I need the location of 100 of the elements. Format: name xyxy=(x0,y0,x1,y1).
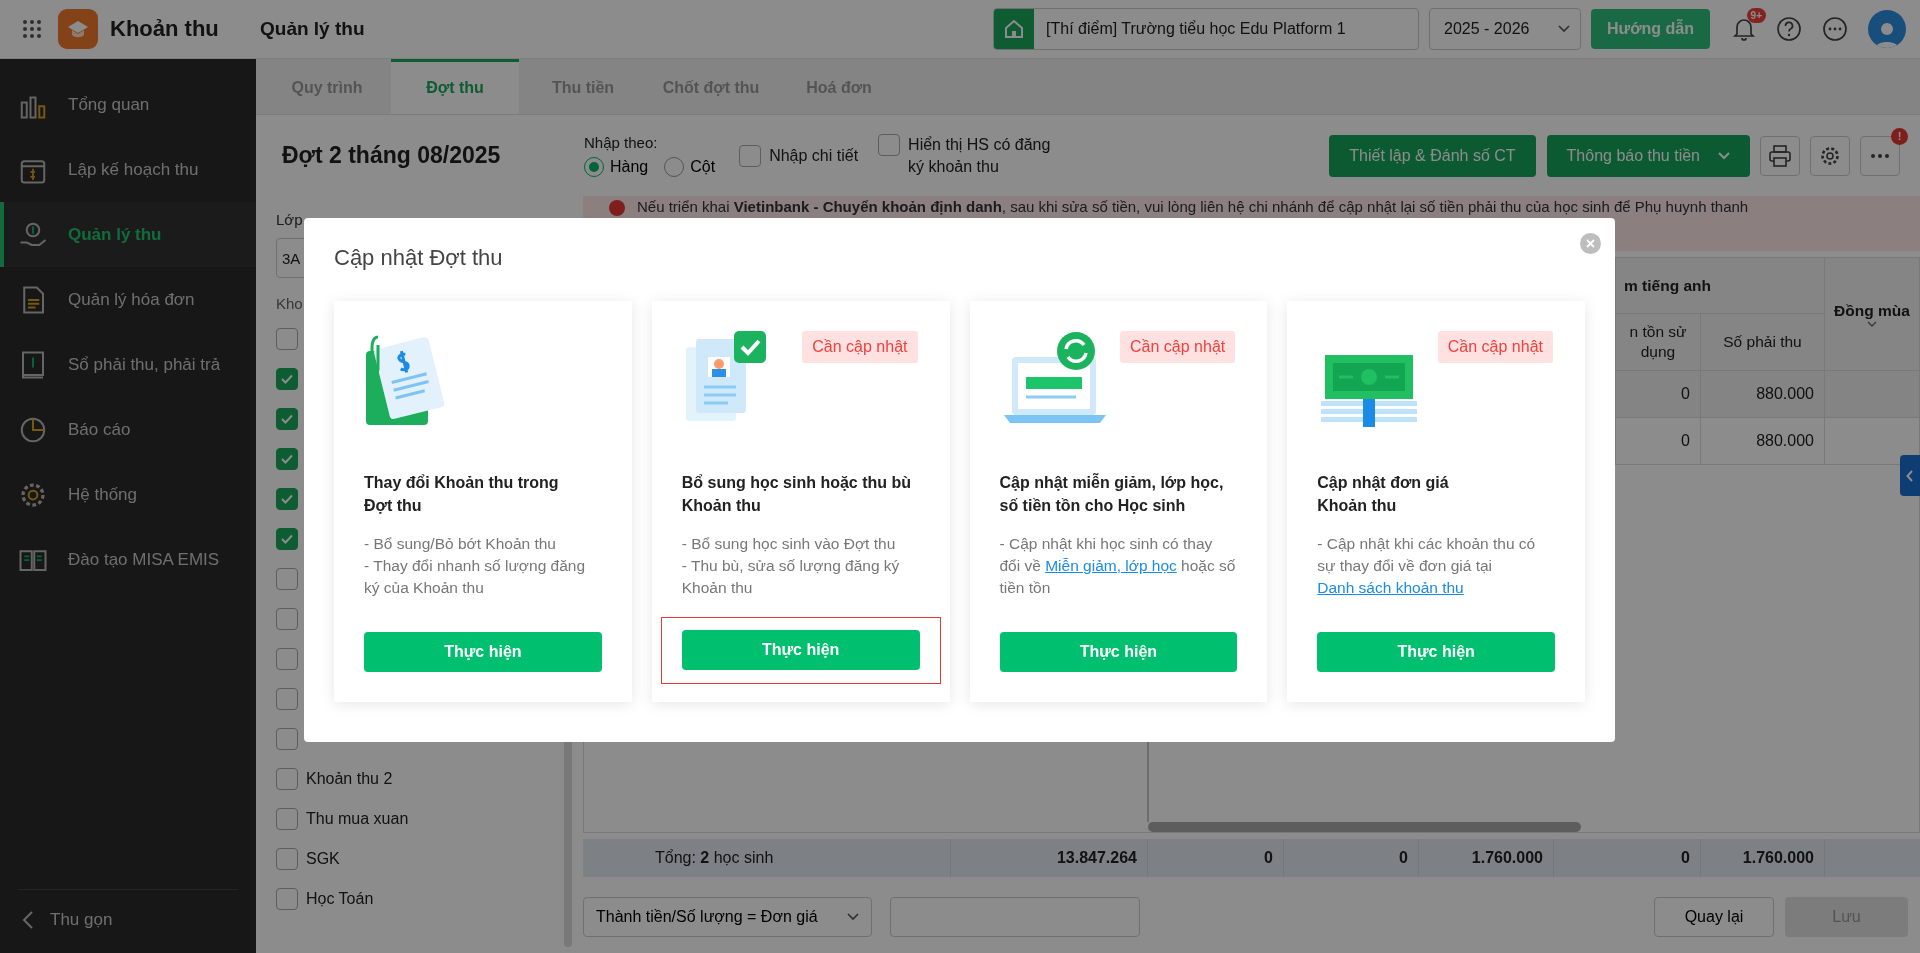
chevron-left-icon xyxy=(1906,469,1914,482)
card-title: Cập nhật miễn giảm, lớp học, số tiền tồn cho Học sinh xyxy=(999,472,1225,516)
table-cell: 880.000 xyxy=(1756,385,1814,403)
column-header: Số phải thu xyxy=(1723,332,1802,352)
more-button[interactable] xyxy=(1860,135,1900,176)
input-field[interactable] xyxy=(890,897,1140,937)
checkbox[interactable] xyxy=(276,408,298,430)
help-icon[interactable] xyxy=(1776,16,1802,42)
chevron-left-icon xyxy=(22,909,34,930)
link[interactable]: Miễn giảm, lớp học xyxy=(1045,557,1177,574)
apps-grid-icon[interactable] xyxy=(22,19,42,39)
settings-button[interactable] xyxy=(1810,135,1850,176)
back-button[interactable]: Quay lại xyxy=(1654,897,1774,937)
total-cell: 0 xyxy=(1264,849,1273,867)
card-title: Thay đổi Khoản thu trong Đợt thu xyxy=(364,473,560,516)
caret-icon xyxy=(1718,151,1730,160)
more-icon[interactable] xyxy=(1822,16,1848,42)
link[interactable]: Danh sách khoản thu xyxy=(1317,579,1464,596)
column-header: n tồn sử dụng xyxy=(1628,322,1688,362)
scrollbar[interactable] xyxy=(1148,822,1581,832)
check-icon xyxy=(280,412,294,426)
status-badge: Cần cập nhật xyxy=(1437,331,1553,363)
checkbox[interactable] xyxy=(276,448,298,470)
avatar[interactable] xyxy=(1868,10,1906,48)
checkbox[interactable] xyxy=(878,133,901,156)
total-cell: 0 xyxy=(1399,849,1408,867)
total-cell: 1.760.000 xyxy=(1742,849,1814,867)
card-description: - Bổ sung/Bỏ bớt Khoản thu - Thay đổi nhanh số lượng đăng ký của Khoản thu xyxy=(364,534,587,598)
fee-item-label: SGK xyxy=(306,850,340,868)
checkbox[interactable] xyxy=(276,568,298,590)
close-icon xyxy=(1586,239,1595,248)
dialog-title: Cập nhật Đợt thu xyxy=(334,244,504,272)
checkbox[interactable] xyxy=(276,328,298,350)
class-label: Lớp xyxy=(276,210,304,230)
guide-button[interactable]: Hướng dẫn xyxy=(1591,9,1710,49)
chevron-down-icon[interactable] xyxy=(1867,321,1877,327)
fee-item-label: Thu mua xuan xyxy=(306,810,409,828)
setup-button[interactable]: Thiết lập & Đánh số CT xyxy=(1329,134,1536,177)
app-logo-icon xyxy=(58,9,98,49)
checkbox[interactable] xyxy=(739,144,762,167)
execute-button[interactable]: Thực hiện xyxy=(681,630,920,670)
alert-icon xyxy=(609,200,625,216)
execute-button[interactable]: Thực hiện xyxy=(1317,632,1555,672)
tab[interactable]: Đợt thu xyxy=(391,59,519,114)
notify-button[interactable]: Thông báo thu tiền xyxy=(1546,134,1750,177)
checkbox[interactable] xyxy=(276,368,298,390)
checkbox[interactable] xyxy=(276,888,298,910)
execute-button[interactable]: Thực hiện xyxy=(364,632,602,672)
total-cell: 1.760.000 xyxy=(1471,849,1543,867)
checkbox[interactable] xyxy=(276,488,298,510)
year-selector[interactable]: 2025 - 2026 xyxy=(1429,8,1582,50)
check-icon xyxy=(280,372,294,386)
notification-badge: 9+ xyxy=(1746,8,1766,23)
sidebar-item[interactable]: Đào tạo MISA EMIS xyxy=(0,527,256,592)
table-cell: 880.000 xyxy=(1756,432,1814,450)
total-label: Tổng: 2 học sinh xyxy=(655,849,774,867)
print-button[interactable] xyxy=(1760,135,1800,176)
total-cell: 13.847.264 xyxy=(1056,849,1137,867)
checkbox[interactable] xyxy=(276,768,298,790)
panel-toggle[interactable] xyxy=(1900,455,1920,496)
home-icon xyxy=(1003,18,1026,40)
settings-icon xyxy=(1819,144,1841,167)
execute-button[interactable]: Thực hiện xyxy=(999,632,1238,672)
checkbox[interactable] xyxy=(276,608,298,630)
batch-title: Đợt 2 tháng 08/2025 xyxy=(282,142,502,169)
sidebar-item[interactable]: Lập kế hoạch thu xyxy=(0,137,256,202)
fee-item-label: Khoản thu 2 xyxy=(306,770,393,788)
page-title: Quản lý thu xyxy=(260,18,365,40)
input-mode-label: Nhập theo: xyxy=(584,134,659,151)
alert-badge: ! xyxy=(1891,127,1908,145)
total-cell: 0 xyxy=(1681,849,1690,867)
chevron-down-icon xyxy=(847,913,859,921)
school-selector[interactable]: [Thí điểm] Trường tiểu học Edu Platform 1 xyxy=(993,8,1420,50)
radio-option[interactable]: Cột xyxy=(664,157,716,177)
status-badge: Cần cập nhật xyxy=(802,331,918,363)
card-description: - Cập nhật khi các khoản thu có sự thay đổi về đơn giá tại Danh sách khoản thu xyxy=(1317,534,1537,598)
sidebar-item[interactable]: Báo cáo xyxy=(0,397,256,462)
sidebar-item[interactable]: Quản lý hóa đơn xyxy=(0,267,256,332)
table-cell: 0 xyxy=(1681,432,1690,450)
close-button[interactable] xyxy=(1580,233,1601,254)
collapse-button[interactable]: Thu gọn xyxy=(18,889,238,949)
radio-option[interactable]: Hàng xyxy=(584,157,649,177)
checkbox[interactable] xyxy=(276,808,298,830)
app-title: Khoản thu xyxy=(110,16,220,42)
sidebar-item[interactable]: Sổ phải thu, phải trả xyxy=(0,332,256,397)
formula-select[interactable]: Thành tiền/Số lượng = Đơn giá xyxy=(583,897,872,937)
checkbox[interactable] xyxy=(276,728,298,750)
column-header: m tiếng anh xyxy=(1624,275,1711,296)
checkbox[interactable] xyxy=(276,848,298,870)
checkbox[interactable] xyxy=(276,688,298,710)
checkbox[interactable] xyxy=(276,528,298,550)
sidebar-item[interactable]: Quản lý thu xyxy=(0,202,256,267)
sidebar-item[interactable]: Tổng quan xyxy=(0,72,256,137)
checkbox[interactable] xyxy=(276,648,298,670)
fee-item-label: Học Toán xyxy=(306,890,374,908)
check-icon xyxy=(280,492,294,506)
more-icon xyxy=(1870,152,1890,159)
warning-text: Nếu triển khai Vietinbank - Chuyển khoản định danh, sau khi sửa số tiền, vui lòng liên hệ chi nhánh để cập nhật lại số tiền phải thu của học sinh để Phụ huynh thanh xyxy=(637,198,1749,216)
status-badge: Cần cập nhật xyxy=(1120,331,1236,363)
sidebar-item[interactable]: Hệ thống xyxy=(0,462,256,527)
